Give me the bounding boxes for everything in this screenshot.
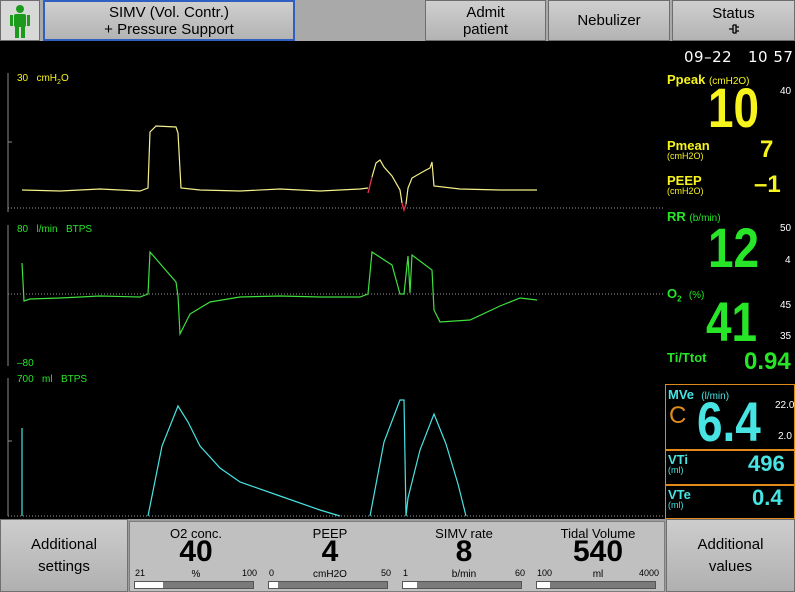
- vte-unit: (ml): [668, 500, 684, 510]
- pmean-unit: (cmH2O): [667, 151, 704, 161]
- nebulizer-button[interactable]: Nebulizer: [548, 0, 670, 41]
- setting-max: 60: [514, 568, 525, 578]
- admit-line-1: Admit: [466, 3, 505, 21]
- setting-unit: b/min: [451, 569, 477, 580]
- ventilation-mode-button[interactable]: SIMV (Vol. Contr.) + Pressure Support: [43, 0, 295, 41]
- waveform-area: [7, 73, 664, 517]
- adult-patient-icon: [10, 4, 30, 38]
- admit-line-2: patient: [462, 20, 509, 38]
- pressure-waveform-trigger: [367, 176, 373, 194]
- setting-max: 50: [380, 568, 391, 578]
- setting-slider[interactable]: [134, 581, 254, 589]
- setting-slider[interactable]: [268, 581, 388, 589]
- setting-value: 8: [455, 535, 473, 568]
- vti-value: 496: [748, 451, 785, 476]
- mve-low-limit: 2.0: [778, 431, 792, 442]
- mve-value: 6.4: [697, 390, 761, 453]
- additional-settings-line-2: settings: [38, 557, 90, 575]
- vte-value: 0.4: [752, 485, 783, 510]
- additional-values-line-2: values: [708, 557, 753, 575]
- setting-value: 4: [321, 535, 339, 568]
- pressure-waveform-3: [405, 161, 537, 205]
- titot-label: Ti/Ttot: [667, 350, 707, 365]
- o2-low-limit: 35: [780, 331, 792, 342]
- setting-slider[interactable]: [402, 581, 522, 589]
- connector-icon: [728, 24, 739, 34]
- additional-values-line-1: Additional: [697, 535, 764, 553]
- vti-unit: (ml): [668, 465, 684, 475]
- volume-scale-label: 700 ml BTPS: [17, 374, 88, 385]
- setting-value: 40: [179, 535, 213, 568]
- o2-label: O2 (%): [667, 286, 705, 304]
- pressure-waveform-dip: [401, 202, 407, 213]
- pmean-value: 7: [760, 136, 774, 163]
- admit-patient-button[interactable]: Admit patient: [425, 0, 546, 41]
- clock: 09–22 10 57: [684, 48, 793, 66]
- setting-slider-fill: [403, 582, 418, 588]
- setting-slider-fill: [537, 582, 550, 588]
- o2-value: 41: [706, 290, 758, 353]
- setting-value: 540: [572, 535, 624, 568]
- ppeak-high-limit: 40: [780, 86, 792, 97]
- ppeak-value: 10: [708, 76, 760, 139]
- additional-values-button[interactable]: Additional values: [666, 519, 795, 592]
- status-button[interactable]: Status: [672, 0, 795, 41]
- peep-value: –1: [754, 171, 781, 198]
- setting-o2-conc[interactable]: O2 conc. 40 21 % 100: [129, 521, 263, 592]
- pressure-waveform-2: [371, 159, 403, 204]
- nebulizer-label: Nebulizer: [577, 12, 641, 29]
- volume-waveform: [147, 404, 341, 517]
- setting-tidal-volume[interactable]: Tidal Volume 540 100 ml 4000: [531, 521, 665, 592]
- o2-high-limit: 45: [780, 300, 792, 311]
- mode-line-1: SIMV (Vol. Contr.): [108, 3, 230, 21]
- additional-settings-button[interactable]: Additional settings: [0, 519, 128, 592]
- flow-scale-label: 80 l/min BTPS: [17, 224, 93, 235]
- setting-slider[interactable]: [536, 581, 656, 589]
- mve-compliance-flag: C: [669, 402, 687, 429]
- status-label: Status: [712, 5, 755, 22]
- setting-max: 100: [241, 568, 257, 578]
- setting-simv-rate[interactable]: SIMV rate 8 1 b/min 60: [397, 521, 531, 592]
- flow-waveform: [21, 250, 538, 337]
- mve-high-limit: 22.0: [775, 400, 795, 411]
- additional-settings-line-1: Additional: [31, 535, 97, 553]
- volume-waveform-2: [369, 399, 467, 517]
- rr-high-limit: 50: [780, 223, 792, 234]
- setting-max: 4000: [638, 568, 659, 578]
- setting-unit: cmH2O: [313, 569, 347, 580]
- peep-unit: (cmH2O): [667, 186, 704, 196]
- mode-line-2: + Pressure Support: [104, 20, 234, 38]
- setting-slider-fill: [135, 582, 164, 588]
- pressure-waveform: [21, 125, 369, 192]
- rr-value: 12: [708, 216, 760, 279]
- pressure-scale-label: 30 cmH2O: [17, 73, 69, 87]
- patient-category-button[interactable]: [0, 0, 40, 41]
- flow-min-label: –80: [17, 358, 34, 369]
- setting-slider-fill: [269, 582, 279, 588]
- setting-peep[interactable]: PEEP 4 0 cmH2O 50: [263, 521, 397, 592]
- rr-low-limit: 4: [785, 255, 791, 266]
- titot-value: 0.94: [744, 348, 791, 375]
- time: 10 57: [748, 48, 794, 66]
- date: 09–22: [684, 48, 733, 66]
